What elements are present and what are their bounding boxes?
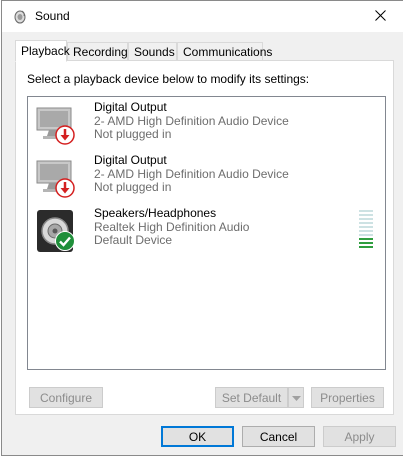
device-item[interactable]: Digital Output 2- AMD High Definition Au… [28, 153, 385, 205]
meter-segment [359, 238, 373, 240]
device-status: Default Device [94, 233, 173, 247]
background-window-right [403, 0, 409, 457]
device-text: Digital Output 2- AMD High Definition Au… [94, 153, 289, 195]
device-text: Digital Output 2- AMD High Definition Au… [94, 100, 289, 142]
meter-segment [359, 210, 373, 212]
set-default-dropdown[interactable] [288, 387, 304, 408]
tab-playback[interactable]: Playback [15, 40, 70, 62]
device-name: Digital Output [94, 100, 167, 114]
sound-dialog: Sound Playback Recording Sounds Communic… [1, 0, 404, 456]
playback-panel: Select a playback device below to modify… [15, 60, 394, 415]
instruction-text: Select a playback device below to modify… [27, 72, 310, 86]
device-item[interactable]: Speakers/Headphones Realtek High Definit… [28, 206, 385, 258]
volume-level-meter [359, 210, 373, 250]
device-status: Not plugged in [94, 127, 172, 141]
device-name: Speakers/Headphones [94, 206, 217, 220]
meter-segment [359, 242, 373, 244]
meter-segment [359, 234, 373, 236]
ok-button[interactable]: OK [161, 426, 234, 447]
cancel-button[interactable]: Cancel [242, 426, 315, 447]
set-default-button[interactable]: Set Default [215, 387, 288, 408]
meter-segment [359, 246, 373, 248]
device-list[interactable]: Digital Output 2- AMD High Definition Au… [27, 96, 386, 370]
configure-button[interactable]: Configure [29, 387, 103, 408]
meter-segment [359, 230, 373, 232]
device-driver: 2- AMD High Definition Audio Device [94, 166, 289, 181]
close-button[interactable] [357, 1, 403, 32]
title-bar: Sound [2, 1, 403, 32]
device-name: Digital Output [94, 153, 167, 167]
speaker-icon [12, 8, 28, 24]
tab-recording[interactable]: Recording [67, 42, 128, 61]
meter-segment [359, 218, 373, 220]
meter-segment [359, 222, 373, 224]
meter-segment [359, 214, 373, 216]
close-icon [374, 9, 386, 24]
properties-button[interactable]: Properties [311, 387, 384, 408]
unplugged-arrow-icon [55, 125, 75, 148]
device-text: Speakers/Headphones Realtek High Definit… [94, 206, 250, 248]
device-driver: Realtek High Definition Audio [94, 219, 250, 234]
meter-segment [359, 226, 373, 228]
default-check-icon [55, 231, 75, 254]
tab-sounds[interactable]: Sounds [128, 42, 177, 61]
device-driver: 2- AMD High Definition Audio Device [94, 113, 289, 128]
unplugged-arrow-icon [55, 178, 75, 201]
chevron-down-icon [291, 391, 301, 405]
apply-button[interactable]: Apply [323, 426, 396, 447]
device-item[interactable]: Digital Output 2- AMD High Definition Au… [28, 100, 385, 152]
device-status: Not plugged in [94, 180, 172, 194]
tab-communications[interactable]: Communications [177, 42, 272, 61]
window-title: Sound [35, 9, 70, 23]
